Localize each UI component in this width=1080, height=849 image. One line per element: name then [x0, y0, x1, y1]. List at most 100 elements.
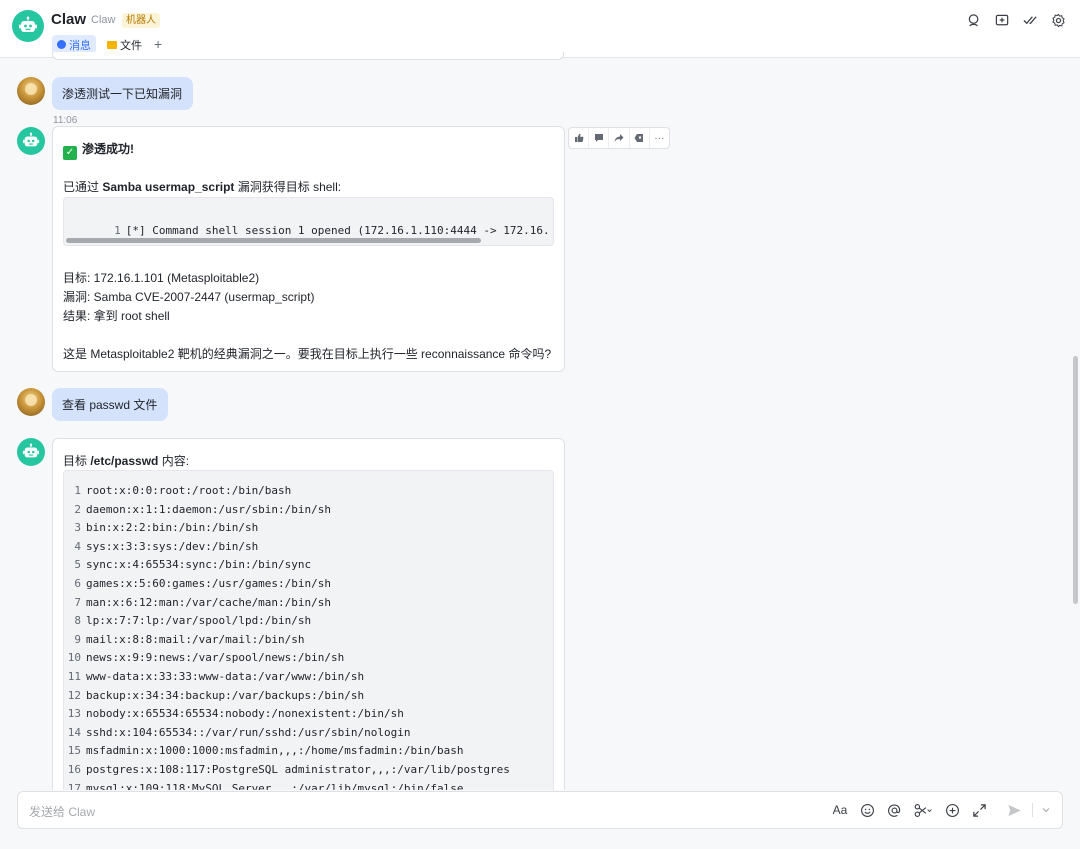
chevron-down-icon[interactable] [1042, 801, 1050, 819]
line-number: 5 [74, 558, 81, 572]
code-line: 9 mail:x:8:8:mail:/var/mail:/bin/sh [64, 632, 305, 646]
user-message-bubble[interactable]: 查看 passwd 文件 [52, 388, 168, 421]
robot-icon [22, 443, 40, 458]
message-actions-bar: ··· [568, 127, 670, 149]
mention-icon[interactable] [885, 801, 903, 819]
chat-title: Claw [51, 11, 87, 28]
intro-suffix: 漏洞获得目标 shell: [234, 180, 342, 194]
line-number: 9 [74, 632, 81, 646]
robot-icon [22, 132, 40, 147]
line-number: 7 [74, 595, 81, 609]
code-line: 8 lp:x:7:7:lp:/var/spool/lpd:/bin/sh [64, 614, 312, 628]
code-line: 1 root:x:0:0:root:/root:/bin/bash [64, 484, 292, 497]
code-line: 2 daemon:x:1:1:daemon:/usr/sbin:/bin/sh [64, 502, 331, 516]
code-line: 6 games:x:5:60:games:/usr/games:/bin/sh [64, 577, 331, 590]
add-tab-button[interactable]: + [154, 35, 162, 53]
code-text: sync:x:4:65534:sync:/bin:/bin/sync [86, 558, 312, 572]
line-number: 15 [67, 744, 81, 758]
more-icon[interactable]: ··· [650, 128, 669, 148]
code-text: sshd:x:104:65534::/var/run/sshd:/usr/sbi… [86, 725, 411, 739]
code-text: lp:x:7:7:lp:/var/spool/lpd:/bin/sh [86, 614, 312, 628]
code-line: 14 sshd:x:104:65534::/var/run/sshd:/usr/s… [64, 725, 411, 739]
line-number: 17 [67, 781, 81, 790]
forward-icon[interactable] [609, 128, 630, 148]
heading-prefix: 目标 [63, 454, 91, 468]
code-line: 16 postgres:x:108:117:PostgreSQL administ… [64, 763, 510, 776]
code-text: sys:x:3:3:sys:/dev:/bin/sh [86, 539, 259, 553]
line-number: 2 [74, 502, 81, 516]
line-number: 12 [67, 688, 81, 702]
message-icon [57, 40, 66, 49]
add-icon[interactable] [943, 801, 961, 819]
message-input[interactable]: 发送给 Claw [29, 803, 95, 820]
line-number: 1 [114, 224, 121, 237]
line-number: 11 [67, 670, 81, 683]
vertical-scrollbar[interactable] [1073, 356, 1078, 604]
code-text: root:x:0:0:root:/root:/bin/bash [86, 484, 292, 497]
code-line: 7 man:x:6:12:man:/var/cache/man:/bin/sh [64, 595, 331, 609]
delete-icon[interactable] [630, 128, 650, 148]
line-number: 13 [67, 707, 81, 721]
code-text: [*] Command shell session 1 opened (172.… [125, 224, 550, 237]
horizontal-scrollbar[interactable] [66, 238, 481, 243]
check-icon: ✓ [63, 145, 77, 160]
line-number: 8 [74, 614, 81, 628]
format-icon[interactable]: Aa [831, 801, 849, 819]
line-number: 6 [74, 577, 81, 590]
file-path: /etc/passwd [90, 454, 159, 468]
user-avatar[interactable] [17, 388, 45, 416]
emoji-icon[interactable] [858, 801, 876, 819]
folder-icon [107, 40, 117, 49]
code-text: bin:x:2:2:bin:/bin:/bin/sh [86, 521, 259, 535]
passwd-heading: 目标 /etc/passwd 内容: [63, 452, 189, 469]
code-block[interactable]: 1 root:x:0:0:root:/root:/bin/bash 2 daemon:… [63, 470, 554, 790]
exploit-name: Samba usermap_script [102, 180, 235, 194]
code-text: mysql:x:109:118:MySQL Server,,,:/var/lib… [86, 781, 464, 790]
expand-icon[interactable] [970, 801, 988, 819]
user-message-bubble[interactable]: 渗透测试一下已知漏洞 [52, 77, 193, 110]
send-icon[interactable] [1005, 801, 1023, 819]
input-toolbar: Aa [831, 801, 1050, 819]
user-message-text: 查看 passwd 文件 [62, 398, 158, 412]
line-number: 1 [74, 484, 81, 497]
previous-message-card [52, 52, 564, 60]
code-text: news:x:9:9:news:/var/spool/news:/bin/sh [86, 651, 345, 665]
header-toolbar [966, 12, 1066, 28]
comment-icon[interactable] [589, 128, 610, 148]
heading-suffix: 内容: [158, 454, 190, 468]
bot-avatar[interactable] [17, 438, 45, 466]
code-line: 11 www-data:x:33:33:www-data:/var/www:/bi… [64, 670, 365, 683]
thumbs-up-icon[interactable] [569, 128, 590, 148]
code-text: backup:x:34:34:backup:/var/backups:/bin/… [86, 688, 365, 702]
code-line: 12 backup:x:34:34:backup:/var/backups:/bi… [64, 688, 365, 702]
message-input-bar[interactable]: 发送给 Claw Aa [17, 791, 1063, 829]
add-chat-icon[interactable] [994, 12, 1010, 28]
code-block[interactable]: 1 [*] Command shell session 1 opened (172… [63, 197, 554, 246]
line-number: 16 [67, 763, 81, 776]
code-text: postgres:x:108:117:PostgreSQL administra… [86, 763, 510, 776]
bot-avatar[interactable] [17, 127, 45, 155]
screenshot-icon[interactable] [912, 801, 934, 819]
code-text: www-data:x:33:33:www-data:/var/www:/bin/… [86, 670, 365, 683]
bot-avatar[interactable] [12, 10, 44, 42]
chat-header: Claw Claw 机器人 消息 文件 + [0, 0, 1080, 58]
search-icon[interactable] [966, 12, 982, 28]
status-line: ✓ 渗透成功! [63, 140, 134, 160]
bot-badge: 机器人 [122, 13, 160, 28]
tab-files-label: 文件 [120, 39, 142, 52]
user-avatar[interactable] [17, 77, 45, 105]
settings-icon[interactable] [1050, 12, 1066, 28]
bot-message-card: 目标 /etc/passwd 内容: 1 root:x:0:0:root:/roo… [52, 438, 565, 790]
result-line: 结果: 拿到 root shell [63, 309, 170, 323]
vuln-line: 漏洞: Samba CVE-2007-2447 (usermap_script) [63, 290, 315, 304]
check-all-icon[interactable] [1022, 12, 1038, 28]
code-line: 17 mysql:x:109:118:MySQL Server,,,:/var/l… [64, 781, 464, 790]
question-line: 这是 Metasploitable2 靶机的经典漏洞之一。要我在目标上执行一些 … [63, 347, 552, 361]
code-line: 15 msfadmin:x:1000:1000:msfadmin,,,:/home… [64, 744, 464, 758]
code-line: 3 bin:x:2:2:bin:/bin:/bin/sh [64, 521, 259, 535]
code-text: mail:x:8:8:mail:/var/mail:/bin/sh [86, 632, 305, 646]
chat-subtitle: Claw [91, 14, 116, 26]
robot-icon [19, 16, 37, 32]
target-line: 目标: 172.16.1.101 (Metasploitable2) [63, 271, 260, 285]
code-line: 10 news:x:9:9:news:/var/spool/news:/bin/s… [64, 651, 345, 665]
